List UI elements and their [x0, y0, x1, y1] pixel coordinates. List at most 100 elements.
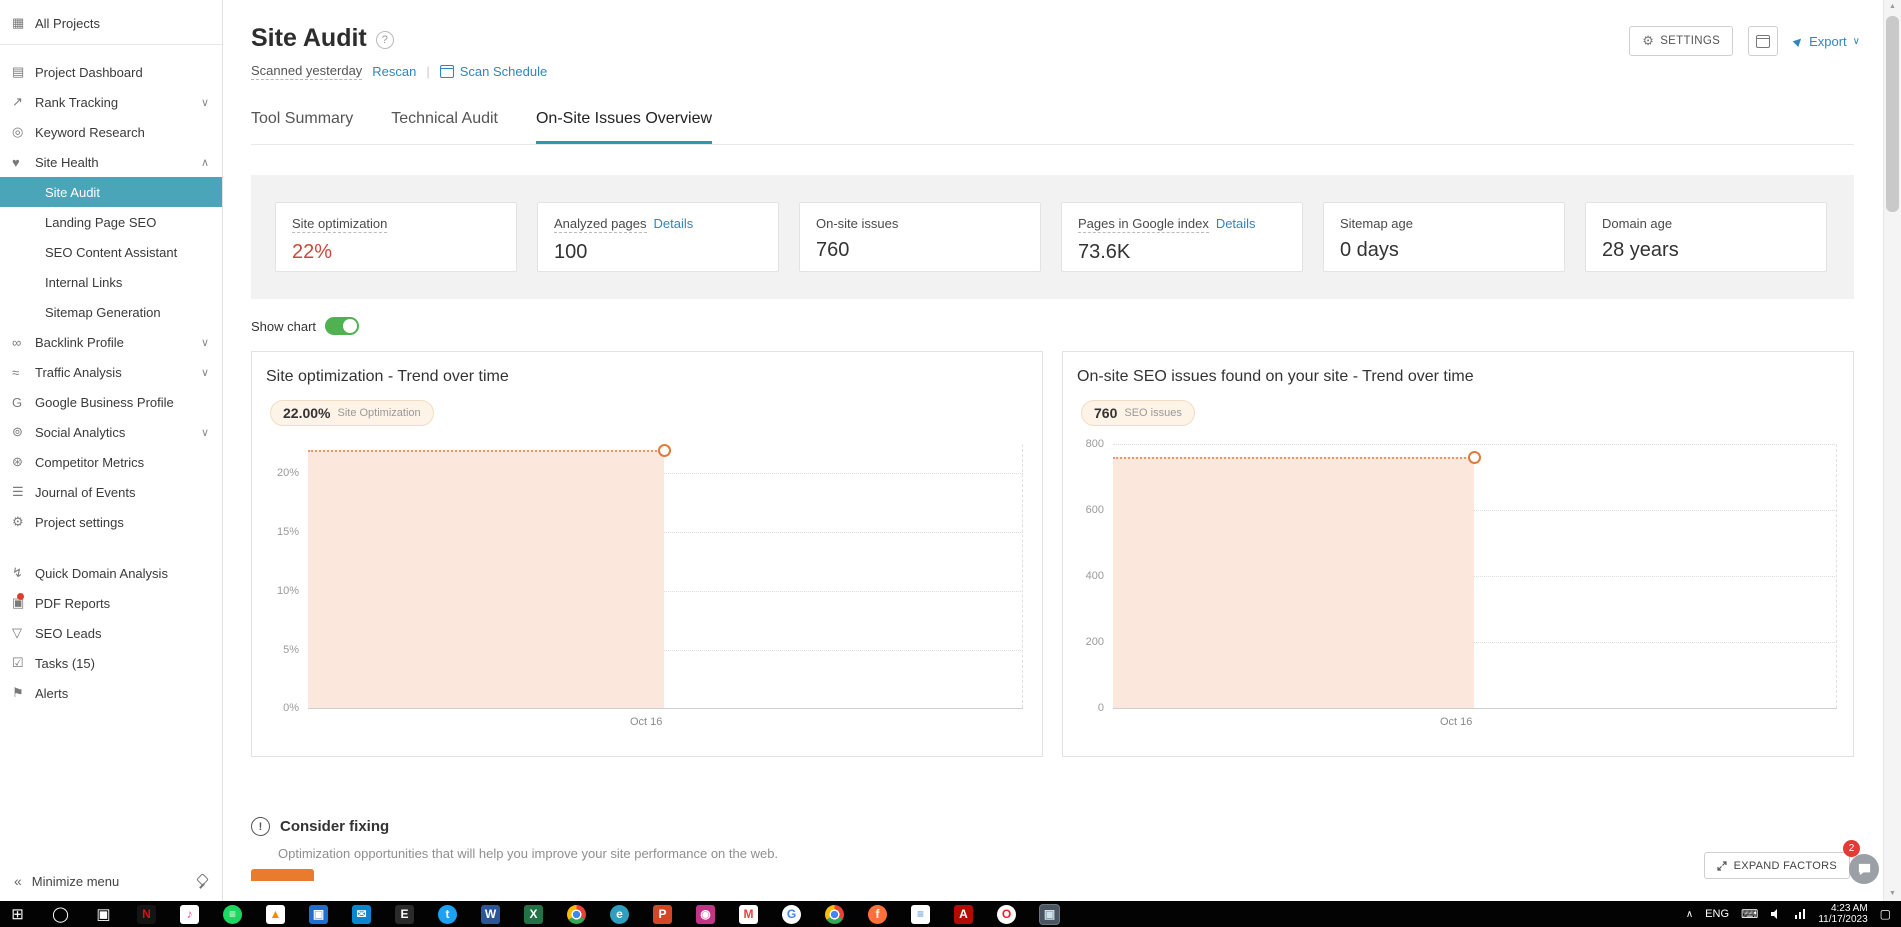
bell-icon: ⚑ [12, 685, 24, 700]
rescan-link[interactable]: Rescan [372, 64, 416, 79]
tray-chevron-icon[interactable]: ∧ [1686, 909, 1693, 920]
opera-icon[interactable]: O [997, 904, 1016, 924]
google-icon[interactable]: G [782, 904, 801, 924]
sidebar-item-rank-tracking[interactable]: ↗ Rank Tracking ∨ [0, 87, 222, 117]
task-view-icon[interactable]: ▣ [94, 905, 113, 924]
tab-bar: Tool Summary Technical Audit On-Site Iss… [251, 110, 1854, 145]
data-point-marker[interactable] [1468, 451, 1481, 464]
lightning-icon: ↯ [12, 565, 23, 580]
minimize-menu[interactable]: Minimize menu [32, 874, 119, 889]
speaker-icon[interactable] [1770, 908, 1782, 920]
tab-technical-audit[interactable]: Technical Audit [391, 110, 498, 144]
clock[interactable]: 4:23 AM 11/17/2023 [1818, 903, 1867, 925]
export-label: Export [1809, 33, 1847, 49]
scan-status-row: Scanned yesterday Rescan | Scan Schedule [251, 63, 1854, 80]
sidebar-item-label: Google Business Profile [35, 394, 174, 410]
sidebar-item-quick-domain-analysis[interactable]: ↯ Quick Domain Analysis [0, 558, 222, 588]
sidebar-item-tasks[interactable]: ☑ Tasks (15) [0, 648, 222, 678]
expand-factors-button[interactable]: EXPAND FACTORS [1703, 852, 1850, 879]
sidebar-item-project-dashboard[interactable]: ▤ Project Dashboard [0, 57, 222, 87]
chart-title: Site optimization - Trend over time [266, 368, 509, 385]
gmail-icon[interactable]: M [739, 904, 758, 924]
music-icon[interactable]: ♪ [180, 904, 199, 924]
action-center-icon[interactable]: ▢ [1880, 907, 1891, 921]
mail-icon[interactable]: ✉ [352, 904, 371, 924]
pin-icon[interactable] [195, 874, 208, 889]
epic-games-icon[interactable]: E [395, 904, 414, 924]
export-button[interactable]: ▶ Export ∨ [1791, 33, 1860, 49]
search-icon[interactable]: ◯ [51, 905, 70, 924]
sidebar-item-journal-of-events[interactable]: ☰ Journal of Events [0, 477, 222, 507]
sidebar-item-competitor-metrics[interactable]: ⊛ Competitor Metrics [0, 447, 222, 477]
x-tick-label: Oct 16 [1440, 716, 1473, 728]
twitter-icon[interactable]: t [438, 904, 457, 924]
series-line [308, 450, 664, 452]
area-series-fill [308, 450, 664, 708]
scrollbar-thumb[interactable] [1886, 16, 1899, 212]
chrome-icon[interactable] [825, 904, 844, 924]
sidebar-item-site-audit[interactable]: Site Audit [0, 177, 222, 207]
chat-widget-button[interactable] [1849, 854, 1879, 884]
language-indicator[interactable]: ENG [1705, 908, 1729, 920]
sidebar-item-internal-links[interactable]: Internal Links [0, 267, 222, 297]
sidebar-item-label: Social Analytics [35, 424, 126, 440]
show-chart-toggle[interactable] [325, 317, 360, 335]
sidebar-item-landing-page-seo[interactable]: Landing Page SEO [0, 207, 222, 237]
active-window-icon[interactable]: ▣ [1040, 904, 1059, 924]
touch-keyboard-icon[interactable]: ⌨ [1741, 907, 1758, 921]
sidebar-item-site-health[interactable]: ♥ Site Health ∧ [0, 147, 222, 177]
sidebar-item-label: Journal of Events [35, 484, 136, 500]
sidebar-item-sitemap-generation[interactable]: Sitemap Generation [0, 297, 222, 327]
header-actions: ⚙ SETTINGS ▶ Export ∨ [1629, 26, 1860, 56]
sidebar-item-keyword-research[interactable]: ◎ Keyword Research [0, 117, 222, 147]
sidebar-item-pdf-reports[interactable]: ▣ PDF Reports [0, 588, 222, 618]
start-icon[interactable]: ⊞ [8, 905, 27, 924]
vertical-scrollbar[interactable]: ▲ ▼ [1883, 0, 1901, 901]
instagram-icon[interactable]: ◉ [696, 904, 715, 924]
backlink-icon: ∞ [12, 334, 22, 350]
sidebar-item-project-settings[interactable]: ⚙ Project settings [0, 507, 222, 537]
chrome-icon[interactable] [567, 904, 586, 924]
scan-schedule-link[interactable]: Scan Schedule [439, 64, 547, 79]
edge-icon[interactable]: e [610, 904, 629, 924]
scroll-up-arrow[interactable]: ▲ [1884, 0, 1901, 14]
sidebar-item-google-business-profile[interactable]: G Google Business Profile [0, 387, 222, 417]
sidebar-item-backlink-profile[interactable]: ∞ Backlink Profile ∨ [0, 327, 222, 357]
stat-value: 100 [554, 241, 588, 263]
schedule-calendar-button[interactable] [1748, 26, 1779, 56]
word-icon[interactable]: W [481, 904, 500, 924]
vlc-icon[interactable]: ▲ [266, 904, 285, 924]
sidebar-item-social-analytics[interactable]: ⊚ Social Analytics ∨ [0, 417, 222, 447]
page-title: Site Audit [251, 24, 367, 52]
chevron-up-icon: ∧ [200, 156, 209, 169]
network-icon[interactable] [1794, 908, 1806, 920]
tab-tool-summary[interactable]: Tool Summary [251, 110, 353, 144]
sidebar-item-all-projects[interactable]: ▦ All Projects [0, 6, 222, 40]
collapse-icon[interactable]: « [14, 873, 22, 889]
sidebar-item-seo-leads[interactable]: ▽ SEO Leads [0, 618, 222, 648]
tab-on-site-issues-overview[interactable]: On-Site Issues Overview [535, 110, 713, 144]
sidebar-item-traffic-analysis[interactable]: ≈ Traffic Analysis ∨ [0, 357, 222, 387]
powerpoint-icon[interactable]: P [653, 904, 672, 924]
stat-card-site-optimization: Site optimization 22% [275, 202, 517, 272]
details-link[interactable]: Details [1216, 216, 1256, 231]
photos-icon[interactable]: ▣ [309, 904, 328, 924]
firefox-icon[interactable]: f [868, 904, 887, 924]
system-tray: ∧ ENG ⌨ 4:23 AM 11/17/2023 ▢ [1686, 903, 1901, 925]
sidebar-item-alerts[interactable]: ⚑ Alerts [0, 678, 222, 708]
help-icon[interactable]: ? [375, 31, 394, 49]
spotify-icon[interactable]: ≡ [223, 904, 242, 924]
sidebar-item-label: Landing Page SEO [45, 214, 157, 230]
sidebar-item-seo-content-assistant[interactable]: SEO Content Assistant [0, 237, 222, 267]
plot-right-dashed-line [1836, 444, 1837, 708]
stat-label: Sitemap age [1340, 216, 1413, 231]
scroll-down-arrow[interactable]: ▼ [1884, 887, 1901, 901]
netflix-icon[interactable]: N [137, 904, 156, 924]
notes-icon[interactable]: ≡ [911, 904, 930, 924]
data-point-marker[interactable] [658, 444, 671, 457]
sidebar-item-label: Competitor Metrics [35, 454, 145, 470]
details-link[interactable]: Details [654, 216, 694, 231]
excel-icon[interactable]: X [524, 904, 543, 924]
acrobat-icon[interactable]: A [954, 904, 973, 924]
settings-button[interactable]: ⚙ SETTINGS [1629, 26, 1734, 56]
